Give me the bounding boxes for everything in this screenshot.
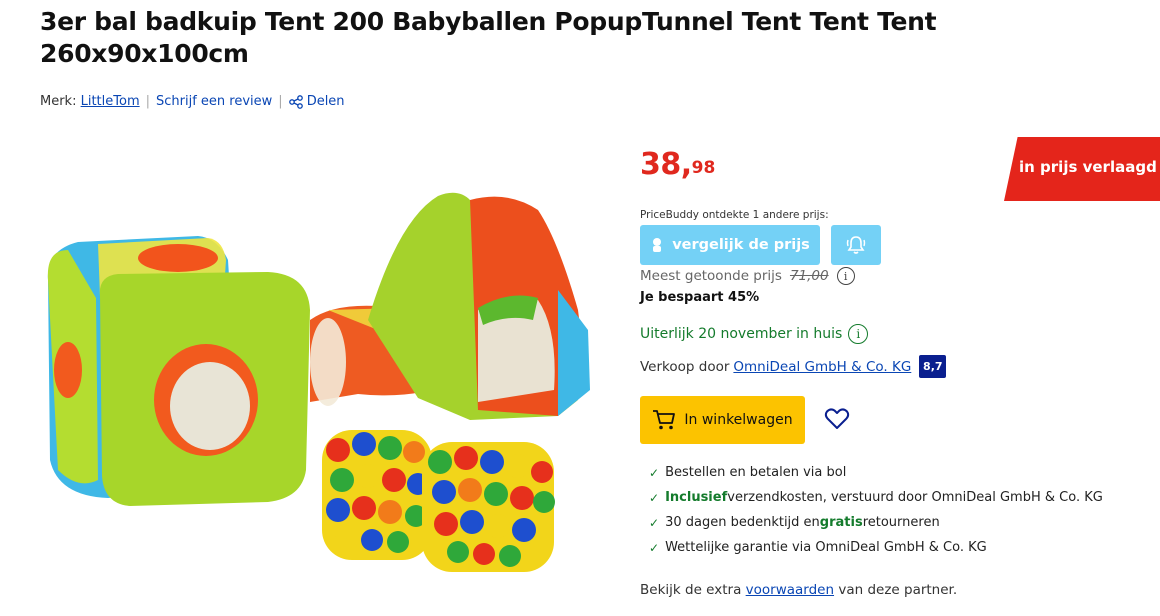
usp-text: Bestellen en betalen via bol bbox=[665, 465, 847, 480]
delivery-info-icon[interactable]: i bbox=[848, 324, 869, 344]
check-icon: ✓ bbox=[649, 490, 660, 505]
info-icon[interactable]: i bbox=[836, 267, 855, 285]
usp-item: ✓ Bestellen en betalen via bol bbox=[649, 460, 1103, 485]
price-cents: 98 bbox=[691, 158, 716, 178]
partner-pre: Bekijk de extra bbox=[640, 582, 742, 598]
share-icon bbox=[288, 94, 303, 109]
usp-text: 30 dagen bedenktijd en bbox=[665, 515, 820, 530]
savings-text: Je bespaart 45% bbox=[640, 290, 760, 305]
usp-highlight: Inclusief bbox=[665, 490, 728, 505]
compare-price-label: vergelijk de prijs bbox=[672, 237, 810, 253]
ball-net-right bbox=[422, 442, 555, 572]
divider: | bbox=[145, 94, 151, 109]
check-icon: ✓ bbox=[649, 515, 660, 530]
add-to-cart-button[interactable]: In winkelwagen bbox=[640, 396, 805, 444]
ball-net-left bbox=[322, 430, 432, 560]
seller-info: Verkoop door OmniDeal GmbH & Co. KG 8,7 bbox=[640, 355, 947, 378]
price-alert-button[interactable] bbox=[831, 225, 881, 265]
share-link[interactable]: Delen bbox=[288, 94, 345, 109]
usp-item: ✓ 30 dagen bedenktijd en gratis retourne… bbox=[649, 510, 1103, 535]
delivery-text: Uiterlijk 20 november in huis bbox=[640, 326, 843, 342]
usp-highlight: gratis bbox=[819, 515, 863, 530]
pricebuddy-label: PriceBuddy ontdekte 1 andere prijs: bbox=[640, 209, 829, 221]
compare-price-button[interactable]: vergelijk de prijs bbox=[640, 225, 820, 265]
share-label: Delen bbox=[306, 94, 345, 109]
most-shown-label: Meest getoonde prijs bbox=[640, 268, 782, 284]
check-icon: ✓ bbox=[649, 465, 660, 480]
price-main: 38, bbox=[640, 147, 692, 182]
brand-link[interactable]: LittleTom bbox=[81, 94, 140, 109]
product-meta: Merk: LittleTom | Schrijf een review | D… bbox=[40, 94, 345, 109]
partner-post: van deze partner. bbox=[838, 582, 958, 598]
cart-icon bbox=[653, 410, 676, 430]
most-shown-price: Meest getoonde prijs 71,00 i bbox=[640, 267, 855, 285]
usp-list: ✓ Bestellen en betalen via bol ✓ Inclusi… bbox=[649, 460, 1103, 560]
brand-prefix: Merk: bbox=[40, 94, 77, 109]
old-price: 71,00 bbox=[789, 268, 829, 284]
product-image[interactable] bbox=[38, 180, 598, 580]
delivery-info: Uiterlijk 20 november in huis i bbox=[640, 324, 869, 344]
bell-icon bbox=[846, 236, 866, 254]
seller-link[interactable]: OmniDeal GmbH & Co. KG bbox=[733, 359, 911, 375]
usp-text: verzendkosten, verstuurd door OmniDeal G… bbox=[727, 490, 1103, 505]
usp-item: ✓ Wettelijke garantie via OmniDeal GmbH … bbox=[649, 535, 1103, 560]
heart-icon[interactable] bbox=[824, 407, 850, 431]
usp-text: retourneren bbox=[862, 515, 940, 530]
pricebuddy-icon bbox=[653, 238, 662, 252]
partner-terms: Bekijk de extra voorwaarden van deze par… bbox=[640, 582, 957, 598]
write-review-link[interactable]: Schrijf een review bbox=[156, 94, 272, 109]
check-icon: ✓ bbox=[649, 540, 660, 555]
usp-text: Wettelijke garantie via OmniDeal GmbH & … bbox=[665, 540, 987, 555]
terms-link[interactable]: voorwaarden bbox=[746, 582, 834, 598]
price-reduced-badge: in prijs verlaagd bbox=[1019, 158, 1157, 176]
usp-item: ✓ Inclusief verzendkosten, verstuurd doo… bbox=[649, 485, 1103, 510]
divider: | bbox=[278, 94, 283, 109]
price: 38,98 bbox=[640, 148, 715, 182]
product-title: 3er bal badkuip Tent 200 Babyballen Popu… bbox=[40, 7, 937, 68]
add-to-cart-label: In winkelwagen bbox=[684, 412, 793, 428]
seller-score-badge[interactable]: 8,7 bbox=[919, 355, 947, 378]
seller-prefix: Verkoop door bbox=[640, 358, 730, 375]
